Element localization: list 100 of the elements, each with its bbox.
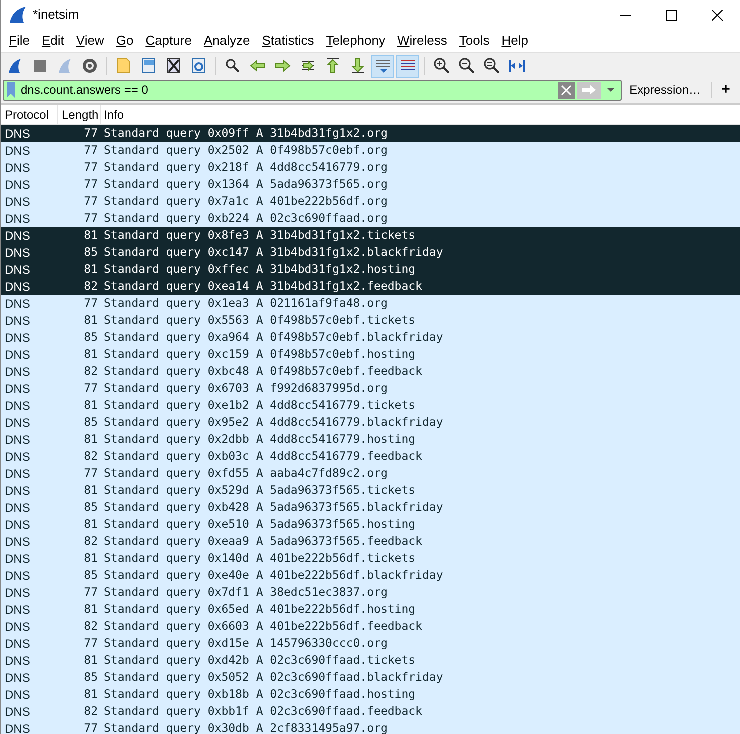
- packet-row[interactable]: DNS 77 Standard query 0x09ff A 31b4bd31fg1x2.org: [1, 125, 740, 142]
- packet-row[interactable]: DNS 77 Standard query 0x1ea3 A 021161af9fa48.org: [1, 295, 740, 312]
- packet-row[interactable]: DNS 81 Standard query 0x65ed A 401be222b56df.hosting: [1, 601, 740, 618]
- packet-row[interactable]: DNS 85 Standard query 0xc147 A 31b4bd31fg1x2.blackfriday: [1, 244, 740, 261]
- filter-input[interactable]: dns.count.answers == 0: [21, 81, 558, 99]
- packet-row[interactable]: DNS 85 Standard query 0x95e2 A 4dd8cc5416779.blackfriday: [1, 414, 740, 431]
- info-cell-text: Standard query 0xd15e A 145796330ccc0.org: [103, 634, 388, 652]
- menu-item[interactable]: Statistics: [256, 31, 320, 51]
- packet-row[interactable]: DNS 82 Standard query 0xbc48 A 0f498b57c0ebf.feedback: [1, 363, 740, 380]
- packet-row[interactable]: DNS 77 Standard query 0x1364 A 5ada96373f565.org: [1, 176, 740, 193]
- packet-row[interactable]: DNS 85 Standard query 0x5052 A 02c3c690ffaad.blackfriday: [1, 669, 740, 686]
- protocol-cell-text: DNS: [4, 142, 32, 160]
- packet-row[interactable]: DNS 77 Standard query 0xb224 A 02c3c690ffaad.org: [1, 210, 740, 227]
- clear-button[interactable]: [558, 82, 575, 98]
- packet-row[interactable]: DNS 81 Standard query 0xb18b A 02c3c690ffaad.hosting: [1, 686, 740, 703]
- packet-row[interactable]: DNS 77 Standard query 0x30db A 2cf8331495a97.org: [1, 720, 740, 734]
- right-arrow-icon: [274, 57, 292, 75]
- protocol-cell-text: DNS: [4, 584, 32, 602]
- length-cell-text: 85: [83, 668, 99, 686]
- info-cell-text: Standard query 0xb224 A 02c3c690ffaad.org: [103, 210, 388, 227]
- menu-item[interactable]: Analyze: [198, 31, 256, 51]
- packet-row[interactable]: DNS 81 Standard query 0xe510 A 5ada96373f565.hosting: [1, 516, 740, 533]
- length-cell-text: 85: [83, 566, 99, 584]
- length-cell-text: 81: [83, 226, 99, 244]
- packet-row[interactable]: DNS 85 Standard query 0xa964 A 0f498b57c0ebf.blackfriday: [1, 329, 740, 346]
- packet-row[interactable]: DNS 82 Standard query 0xeaa9 A 5ada96373f565.feedback: [1, 533, 740, 550]
- file-icon: [140, 57, 158, 75]
- expression-button[interactable]: Expression…: [626, 81, 705, 99]
- packet-row[interactable]: DNS 81 Standard query 0xffec A 31b4bd31fg1x2.hosting: [1, 261, 740, 278]
- packet-row[interactable]: DNS 85 Standard query 0xb428 A 5ada96373f565.blackfriday: [1, 499, 740, 516]
- autoscroll-button[interactable]: [371, 54, 394, 78]
- packet-row[interactable]: DNS 82 Standard query 0xbb1f A 02c3c690ffaad.feedback: [1, 703, 740, 720]
- packet-row[interactable]: DNS 77 Standard query 0x218f A 4dd8cc5416779.org: [1, 159, 740, 176]
- length-cell-text: 77: [83, 634, 99, 652]
- packet-row[interactable]: DNS 81 Standard query 0x5563 A 0f498b57c0ebf.tickets: [1, 312, 740, 329]
- length-cell-text: 77: [83, 142, 99, 159]
- info-cell-text: Standard query 0xffec A 31b4bd31fg1x2.hosting: [103, 260, 416, 278]
- protocol-cell-text: DNS: [4, 466, 32, 482]
- packet-row[interactable]: DNS 77 Standard query 0x7a1c A 401be222b56df.org: [1, 193, 740, 210]
- info-cell-text: Standard query 0x218f A 4dd8cc5416779.org: [103, 158, 388, 176]
- protocol-cell-text: DNS: [4, 262, 32, 278]
- protocol-cell-text: DNS: [4, 516, 32, 534]
- protocol-cell-text: DNS: [4, 500, 32, 516]
- resize-columns-icon: [508, 57, 526, 75]
- folder-icon: [114, 57, 132, 75]
- packet-row[interactable]: DNS 77 Standard query 0xfd55 A aaba4c7fd89c2.org: [1, 465, 740, 482]
- menu-item[interactable]: File: [3, 31, 36, 51]
- column-header[interactable]: Info: [101, 105, 740, 124]
- info-cell-text: Standard query 0xa964 A 0f498b57c0ebf.blackfriday: [103, 328, 444, 346]
- colored-lines-button[interactable]: [396, 54, 419, 78]
- column-header[interactable]: Protocol: [1, 105, 58, 124]
- menu-item[interactable]: Edit: [36, 31, 70, 51]
- search-icon: [224, 57, 242, 75]
- packet-row[interactable]: DNS 85 Standard query 0xe40e A 401be222b56df.blackfriday: [1, 567, 740, 584]
- packet-row[interactable]: DNS 81 Standard query 0xc159 A 0f498b57c0ebf.hosting: [1, 346, 740, 363]
- protocol-cell-text: DNS: [4, 160, 32, 176]
- packet-row[interactable]: DNS 77 Standard query 0xd15e A 145796330ccc0.org: [1, 635, 740, 652]
- info-cell-text: Standard query 0x2dbb A 4dd8cc5416779.hosting: [103, 430, 416, 448]
- menu-item[interactable]: Go: [110, 31, 140, 51]
- minimize-icon: [620, 14, 630, 16]
- zoom-out-icon: [458, 57, 476, 75]
- info-cell-text: Standard query 0xc159 A 0f498b57c0ebf.hosting: [103, 346, 416, 363]
- length-cell-text: 81: [83, 516, 99, 533]
- info-cell-text: Standard query 0x5052 A 02c3c690ffaad.blackfriday: [103, 668, 444, 686]
- length-cell-text: 77: [83, 158, 99, 176]
- protocol-cell-text: DNS: [4, 568, 32, 584]
- menu-item[interactable]: Capture: [140, 31, 198, 51]
- protocol-cell-text: DNS: [4, 398, 32, 414]
- menu-item[interactable]: View: [70, 31, 110, 51]
- packet-row[interactable]: DNS 81 Standard query 0x529d A 5ada96373f565.tickets: [1, 482, 740, 499]
- packet-row[interactable]: DNS 77 Standard query 0x7df1 A 38edc51ec3837.org: [1, 584, 740, 601]
- caret-icon: [606, 88, 615, 92]
- close-icon: [712, 10, 722, 20]
- packet-row[interactable]: DNS 82 Standard query 0xea14 A 31b4bd31fg1x2.feedback: [1, 278, 740, 295]
- packet-row[interactable]: DNS 77 Standard query 0x2502 A 0f498b57c0ebf.org: [1, 142, 740, 159]
- length-cell-text: 77: [83, 464, 99, 482]
- length-cell-text: 81: [83, 396, 99, 414]
- packet-row[interactable]: DNS 77 Standard query 0x6703 A f992d6837995d.org: [1, 380, 740, 397]
- menu-item[interactable]: Tools: [453, 31, 496, 51]
- length-cell-text: 77: [83, 124, 99, 142]
- packet-row[interactable]: DNS 82 Standard query 0xb03c A 4dd8cc5416779.feedback: [1, 448, 740, 465]
- filter-field[interactable]: dns.count.answers == 0: [3, 80, 622, 100]
- packet-row[interactable]: DNS 81 Standard query 0x8fe3 A 31b4bd31fg1x2.tickets: [1, 227, 740, 244]
- info-cell-text: Standard query 0x09ff A 31b4bd31fg1x2.org: [103, 124, 388, 142]
- packet-row[interactable]: DNS 81 Standard query 0xe1b2 A 4dd8cc5416779.tickets: [1, 397, 740, 414]
- protocol-cell-text: DNS: [4, 244, 32, 262]
- packet-row[interactable]: DNS 81 Standard query 0x140d A 401be222b56df.tickets: [1, 550, 740, 567]
- add-filter-button[interactable]: +: [718, 78, 734, 102]
- menu-item[interactable]: Help: [496, 31, 534, 51]
- info-cell-text: Standard query 0x1364 A 5ada96373f565.org: [103, 176, 388, 193]
- length-cell-text: 85: [83, 244, 99, 261]
- protocol-cell-text: DNS: [4, 330, 32, 346]
- menu-item[interactable]: Telephony: [320, 31, 392, 51]
- packet-row[interactable]: DNS 81 Standard query 0x2dbb A 4dd8cc5416779.hosting: [1, 431, 740, 448]
- menu-item[interactable]: Wireless: [392, 31, 454, 51]
- column-header[interactable]: Length: [58, 105, 101, 124]
- length-cell-text: 82: [83, 702, 99, 720]
- info-cell-text: Standard query 0xc147 A 31b4bd31fg1x2.blackfriday: [103, 244, 444, 261]
- packet-row[interactable]: DNS 82 Standard query 0x6603 A 401be222b56df.feedback: [1, 618, 740, 635]
- packet-row[interactable]: DNS 81 Standard query 0xd42b A 02c3c690ffaad.tickets: [1, 652, 740, 669]
